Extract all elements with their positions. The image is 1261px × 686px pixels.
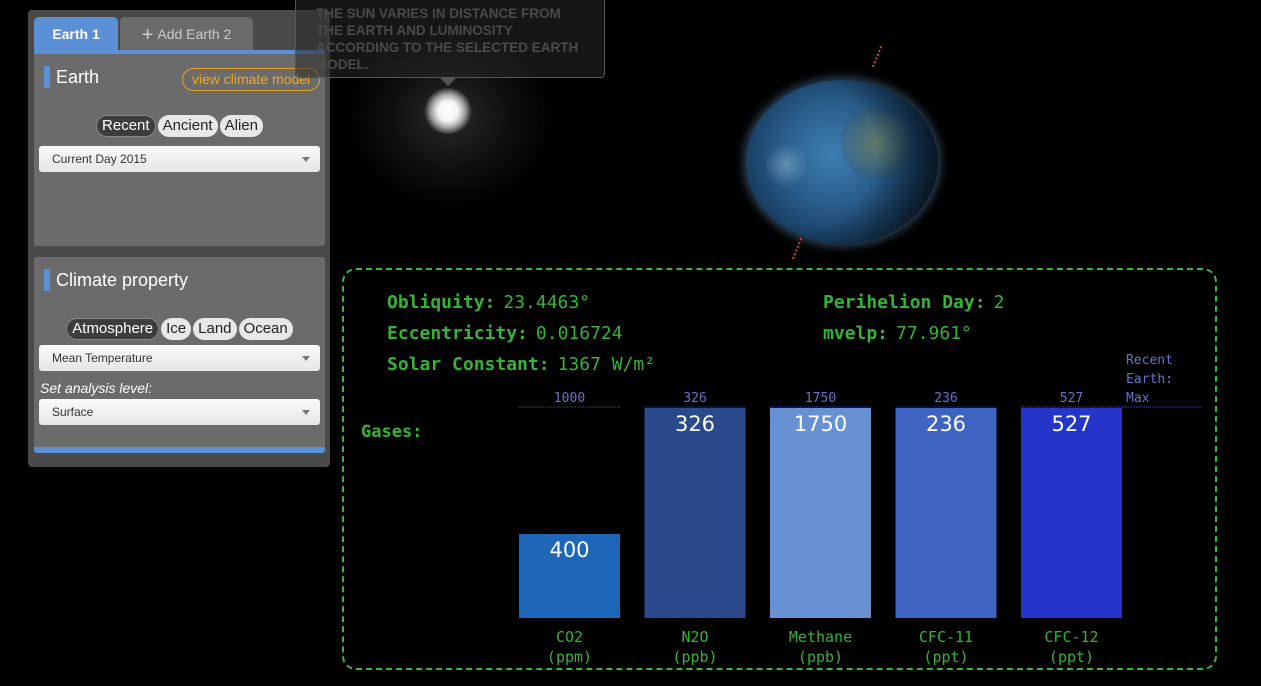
- gas-bar: [644, 408, 746, 618]
- mode-ancient-button[interactable]: Ancient: [157, 115, 218, 137]
- sun-tooltip-text: THE SUN VARIES IN DISTANCE FROM THE EART…: [316, 6, 579, 72]
- gases-bar-chart: 1000 400 CO2 (ppm) 326 326 N2O (ppb) 1750 1750 Met…: [519, 391, 1202, 666]
- period-select[interactable]: Current Day 2015: [39, 146, 320, 172]
- tab-earth-1[interactable]: Earth 1: [34, 17, 118, 52]
- tab-add-earth-2[interactable]: + Add Earth 2: [120, 17, 253, 52]
- mode-atmosphere-button[interactable]: Atmosphere: [66, 318, 160, 340]
- bar-unit-label: (ppt): [923, 648, 968, 666]
- bar-category-label: CFC-12: [1044, 628, 1098, 646]
- bar-max-label: 527: [1060, 391, 1083, 406]
- bar-category-label: Methane: [789, 628, 852, 646]
- earth-mode-selector: Recent Ancient Alien: [34, 115, 325, 137]
- earth-card-title: Earth: [44, 66, 99, 88]
- bar-unit-label: (ppt): [1049, 648, 1094, 666]
- earth-card: Earth view climate model Recent Ancient Al…: [34, 54, 325, 246]
- bar-value-label: 236: [926, 412, 966, 436]
- orbital-info-box: Obliquity: 23.4463° Eccentricity: 0.016724…: [342, 268, 1217, 670]
- earth-axis-bottom: [792, 238, 804, 260]
- bar-max-label: 1750: [805, 391, 836, 406]
- mode-land-button[interactable]: Land: [193, 318, 237, 340]
- bar-unit-label: (ppb): [672, 648, 717, 666]
- earth-shadow: [746, 80, 938, 244]
- bar-max-label: 326: [683, 391, 706, 406]
- mode-recent-button[interactable]: Recent: [96, 115, 156, 137]
- climate-property-select[interactable]: Mean Temperature: [39, 345, 320, 371]
- bar-value-label: 527: [1051, 412, 1091, 436]
- gas-bar: [1021, 408, 1122, 618]
- analysis-level-select[interactable]: Surface: [39, 399, 320, 425]
- bar-category-label: CFC-11: [919, 628, 973, 646]
- bar-unit-label: (ppb): [798, 648, 843, 666]
- tooltip-arrow: [440, 78, 456, 86]
- tab-add-earth-label: Add Earth 2: [157, 26, 232, 42]
- gas-bar: [895, 408, 997, 618]
- bar-max-label: 1000: [554, 391, 585, 406]
- bar-value-label: 326: [675, 412, 715, 436]
- chevron-down-icon: [302, 157, 310, 162]
- mode-ocean-button[interactable]: Ocean: [238, 318, 293, 340]
- plus-icon: +: [141, 24, 154, 46]
- bar-category-label: N2O: [681, 628, 708, 646]
- mode-alien-button[interactable]: Alien: [219, 115, 263, 137]
- analysis-level-label: Set analysis level:: [40, 380, 153, 396]
- climate-mode-selector: Atmosphere Ice Land Ocean: [34, 318, 325, 340]
- bar-value-label: 1750: [794, 412, 847, 436]
- mode-ice-button[interactable]: Ice: [161, 318, 192, 340]
- sun-icon[interactable]: [424, 88, 472, 134]
- bar-max-label: 236: [934, 391, 957, 406]
- bar-category-label: CO2: [556, 628, 583, 646]
- bar-unit-label: (ppm): [547, 648, 592, 666]
- climate-card-title: Climate property: [44, 269, 188, 291]
- chevron-down-icon: [302, 410, 310, 415]
- earth-settings-panel: Earth 1 + Add Earth 2 Earth view climate …: [28, 10, 330, 467]
- sun-tooltip: THE SUN VARIES IN DISTANCE FROM THE EART…: [295, 0, 605, 78]
- bar-value-label: 400: [549, 538, 589, 562]
- earth-globe-icon: [746, 80, 938, 244]
- climate-property-card: Climate property Atmosphere Ice Land Ocean …: [34, 257, 325, 447]
- card-footer-bar: [34, 447, 325, 453]
- gas-bar: [770, 408, 871, 618]
- climate-property-value: Mean Temperature: [52, 351, 153, 365]
- chevron-down-icon: [302, 356, 310, 361]
- period-select-value: Current Day 2015: [52, 152, 147, 166]
- earth-axis-top: [872, 46, 884, 68]
- analysis-level-value: Surface: [52, 405, 94, 419]
